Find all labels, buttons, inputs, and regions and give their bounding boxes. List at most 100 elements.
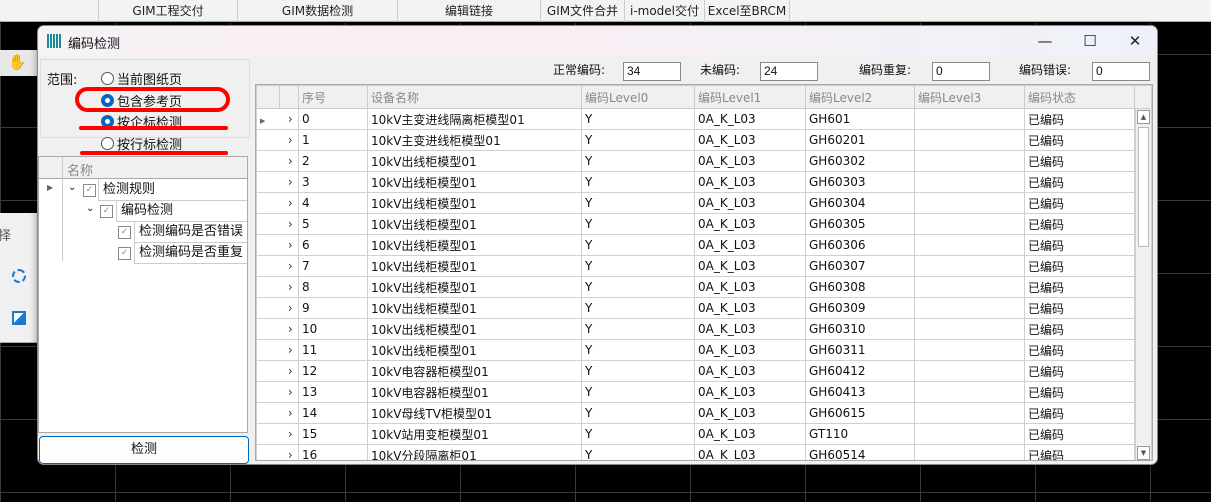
table-row[interactable]: › 3 10kV出线柜模型01 Y 0A_K_L03 GH60303 已编码: [256, 171, 1152, 193]
table-cell[interactable]: 已编码: [1024, 402, 1135, 424]
table-row[interactable]: › 1 10kV主变进线柜模型01 Y 0A_K_L03 GH60201 已编码: [256, 129, 1152, 151]
table-cell[interactable]: Y: [581, 171, 695, 193]
tree-node-check-error[interactable]: 检测编码是否错误: [134, 221, 247, 243]
expand-row-icon[interactable]: ›: [279, 234, 299, 256]
tree-node-check-duplicate[interactable]: 检测编码是否重复: [134, 242, 247, 264]
expand-row-icon[interactable]: ›: [279, 255, 299, 277]
row-header[interactable]: [256, 423, 280, 445]
table-cell[interactable]: 已编码: [1024, 297, 1135, 319]
row-header[interactable]: [256, 381, 280, 403]
table-cell[interactable]: 已编码: [1024, 318, 1135, 340]
table-cell[interactable]: 已编码: [1024, 192, 1135, 214]
table-cell[interactable]: 10kV出线柜模型01: [367, 276, 582, 298]
column-header[interactable]: 编码状态: [1024, 85, 1135, 109]
expand-row-icon[interactable]: ›: [279, 339, 299, 361]
table-cell[interactable]: [914, 108, 1025, 130]
table-cell[interactable]: 0A_K_L03: [694, 213, 806, 235]
table-cell[interactable]: 已编码: [1024, 234, 1135, 256]
table-cell[interactable]: 15: [298, 423, 368, 445]
table-cell[interactable]: 10: [298, 318, 368, 340]
table-cell[interactable]: GH601: [805, 108, 915, 130]
check-button[interactable]: 检测: [39, 436, 249, 464]
table-row[interactable]: › 9 10kV出线柜模型01 Y 0A_K_L03 GH60309 已编码: [256, 297, 1152, 319]
table-cell[interactable]: 10kV站用变柜模型01: [367, 423, 582, 445]
circle-tool-icon[interactable]: [12, 269, 26, 283]
vertical-scrollbar[interactable]: ▲ ▼: [1135, 109, 1151, 460]
table-cell[interactable]: 0A_K_L03: [694, 339, 806, 361]
fill-tool-icon[interactable]: [12, 311, 26, 325]
row-header[interactable]: ▶: [256, 108, 280, 130]
table-cell[interactable]: 0A_K_L03: [694, 318, 806, 340]
table-cell[interactable]: 10kV出线柜模型01: [367, 171, 582, 193]
table-cell[interactable]: [914, 276, 1025, 298]
table-row[interactable]: › 2 10kV出线柜模型01 Y 0A_K_L03 GH60302 已编码: [256, 150, 1152, 172]
row-header[interactable]: [256, 255, 280, 277]
table-cell[interactable]: Y: [581, 402, 695, 424]
table-cell[interactable]: 已编码: [1024, 255, 1135, 277]
table-cell[interactable]: 10kV主变进线柜模型01: [367, 129, 582, 151]
tab-gim-merge[interactable]: GIM文件合并: [540, 0, 624, 22]
table-cell[interactable]: 10kV出线柜模型01: [367, 255, 582, 277]
table-row[interactable]: › 5 10kV出线柜模型01 Y 0A_K_L03 GH60305 已编码: [256, 213, 1152, 235]
tab-gim-delivery[interactable]: GIM工程交付: [98, 0, 237, 22]
scroll-down-button[interactable]: ▼: [1137, 446, 1150, 460]
table-cell[interactable]: 0A_K_L03: [694, 297, 806, 319]
table-cell[interactable]: [914, 255, 1025, 277]
table-cell[interactable]: 9: [298, 297, 368, 319]
row-header[interactable]: [256, 402, 280, 424]
table-cell[interactable]: 已编码: [1024, 108, 1135, 130]
row-header[interactable]: [256, 276, 280, 298]
tree-node-detect-rules[interactable]: 检测规则: [98, 179, 247, 201]
table-cell[interactable]: [914, 381, 1025, 403]
table-cell[interactable]: [914, 192, 1025, 214]
table-cell[interactable]: GH60308: [805, 276, 915, 298]
table-cell[interactable]: 10kV出线柜模型01: [367, 318, 582, 340]
table-cell[interactable]: 10kV母线TV柜模型01: [367, 402, 582, 424]
row-header[interactable]: [256, 339, 280, 361]
table-cell[interactable]: GH60307: [805, 255, 915, 277]
table-row[interactable]: › 16 10kV分段隔离柜01 Y 0A_K_L03 GH60514 已编码: [256, 444, 1152, 460]
table-cell[interactable]: 已编码: [1024, 339, 1135, 361]
table-cell[interactable]: Y: [581, 339, 695, 361]
table-cell[interactable]: 已编码: [1024, 423, 1135, 445]
table-cell[interactable]: 10kV电容器柜模型01: [367, 381, 582, 403]
table-cell[interactable]: 0A_K_L03: [694, 402, 806, 424]
expand-row-icon[interactable]: ›: [279, 297, 299, 319]
tree-node-code-check[interactable]: 编码检测: [116, 200, 247, 222]
expand-row-icon[interactable]: ›: [279, 276, 299, 298]
table-cell[interactable]: GH60309: [805, 297, 915, 319]
table-cell[interactable]: Y: [581, 213, 695, 235]
duplicate-code-field[interactable]: 0: [932, 62, 990, 81]
table-cell[interactable]: 10kV出线柜模型01: [367, 192, 582, 214]
table-cell[interactable]: Y: [581, 423, 695, 445]
table-cell[interactable]: 10kV出线柜模型01: [367, 150, 582, 172]
table-cell[interactable]: GH60306: [805, 234, 915, 256]
table-cell[interactable]: Y: [581, 297, 695, 319]
row-header[interactable]: [256, 444, 280, 460]
table-cell[interactable]: GH60412: [805, 360, 915, 382]
table-cell[interactable]: Y: [581, 255, 695, 277]
minimize-button[interactable]: —: [1032, 30, 1058, 52]
table-cell[interactable]: [914, 423, 1025, 445]
error-code-field[interactable]: 0: [1092, 62, 1150, 81]
table-cell[interactable]: 0A_K_L03: [694, 276, 806, 298]
table-cell[interactable]: 8: [298, 276, 368, 298]
expand-row-icon[interactable]: ›: [279, 192, 299, 214]
table-cell[interactable]: 0A_K_L03: [694, 108, 806, 130]
table-cell[interactable]: Y: [581, 108, 695, 130]
table-cell[interactable]: 已编码: [1024, 381, 1135, 403]
table-cell[interactable]: [914, 360, 1025, 382]
table-cell[interactable]: 0A_K_L03: [694, 255, 806, 277]
table-row[interactable]: › 6 10kV出线柜模型01 Y 0A_K_L03 GH60306 已编码: [256, 234, 1152, 256]
column-header[interactable]: 设备名称: [367, 85, 582, 109]
table-cell[interactable]: 16: [298, 444, 368, 460]
table-cell[interactable]: 已编码: [1024, 444, 1135, 460]
table-cell[interactable]: 6: [298, 234, 368, 256]
table-cell[interactable]: Y: [581, 360, 695, 382]
table-cell[interactable]: GH60310: [805, 318, 915, 340]
table-cell[interactable]: [914, 339, 1025, 361]
table-row[interactable]: › 14 10kV母线TV柜模型01 Y 0A_K_L03 GH60615 已编码: [256, 402, 1152, 424]
row-header[interactable]: [256, 360, 280, 382]
table-cell[interactable]: 11: [298, 339, 368, 361]
expand-row-icon[interactable]: ›: [279, 381, 299, 403]
